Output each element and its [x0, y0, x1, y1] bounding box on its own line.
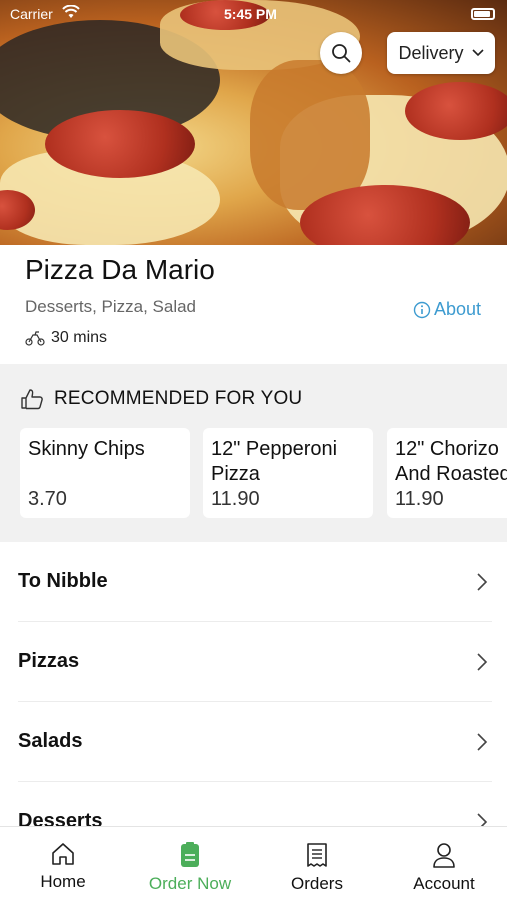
- delivery-mode-label: Delivery: [398, 42, 464, 63]
- home-icon: [52, 843, 74, 865]
- category-row-salads[interactable]: Salads: [18, 702, 492, 782]
- clock: 5:45 PM: [224, 6, 277, 22]
- recommended-item-price: 11.90: [395, 488, 444, 510]
- tab-label: Orders: [291, 874, 343, 893]
- tab-orders[interactable]: Orders: [254, 841, 380, 894]
- restaurant-cuisines: Desserts, Pizza, Salad: [25, 297, 197, 316]
- about-label: About: [433, 299, 481, 319]
- recommended-item-price: 3.70: [28, 488, 67, 510]
- carrier-label: Carrier: [10, 6, 53, 22]
- recommended-item-name: 12" Chorizo And Roasted: [395, 438, 507, 485]
- chevron-right-icon: [477, 732, 488, 751]
- tab-label: Order Now: [148, 874, 232, 893]
- recommended-item-card[interactable]: Skinny Chips 3.70: [20, 428, 190, 518]
- order-now-icon: [181, 842, 199, 867]
- scooter-icon: [25, 331, 45, 346]
- delivery-mode-dropdown[interactable]: Delivery: [387, 32, 495, 74]
- tab-label: Home: [40, 872, 86, 891]
- thumbs-up-icon: [21, 389, 43, 410]
- category-label: To Nibble: [18, 570, 108, 592]
- about-link[interactable]: About: [413, 299, 481, 320]
- category-label: Pizzas: [18, 650, 80, 672]
- recommended-title: RECOMMENDED FOR YOU: [54, 388, 303, 409]
- battery-icon: [471, 8, 495, 20]
- category-row-to-nibble[interactable]: To Nibble: [18, 542, 492, 622]
- recommended-item-price: 11.90: [211, 488, 260, 510]
- receipt-icon: [307, 843, 327, 867]
- search-button[interactable]: [320, 32, 362, 74]
- chevron-right-icon: [477, 652, 488, 671]
- tab-home[interactable]: Home: [0, 841, 126, 892]
- person-icon: [433, 843, 455, 868]
- bottom-tab-bar: Home Order Now Orders Account: [0, 826, 507, 900]
- recommended-item-name: 12" Pepperoni Pizza: [211, 438, 338, 485]
- recommended-section: RECOMMENDED FOR YOU Skinny Chips 3.70 12…: [0, 364, 507, 542]
- info-icon: [413, 301, 431, 318]
- search-icon: [332, 44, 351, 63]
- recommended-item-card[interactable]: 12" Pepperoni Pizza 11.90: [203, 428, 373, 518]
- recommended-header: RECOMMENDED FOR YOU: [20, 388, 302, 410]
- category-label: Salads: [18, 730, 83, 752]
- delivery-time-label: 30 mins: [51, 329, 108, 346]
- restaurant-name: Pizza Da Mario: [25, 254, 215, 285]
- status-bar: Carrier 5:45 PM: [0, 0, 507, 28]
- tab-order-now[interactable]: Order Now: [127, 841, 253, 894]
- delivery-time: 30 mins: [25, 329, 107, 347]
- chevron-right-icon: [477, 572, 488, 591]
- tab-account[interactable]: Account: [381, 841, 507, 894]
- category-row-pizzas[interactable]: Pizzas: [18, 622, 492, 702]
- menu-category-list: To Nibble Pizzas Salads Desserts: [0, 542, 507, 862]
- recommended-item-name: Skinny Chips: [28, 438, 145, 460]
- recommended-item-card[interactable]: 12" Chorizo And Roasted 11.90: [387, 428, 507, 518]
- chevron-down-icon: [471, 49, 484, 57]
- tab-label: Account: [413, 874, 475, 893]
- wifi-icon: [62, 4, 80, 22]
